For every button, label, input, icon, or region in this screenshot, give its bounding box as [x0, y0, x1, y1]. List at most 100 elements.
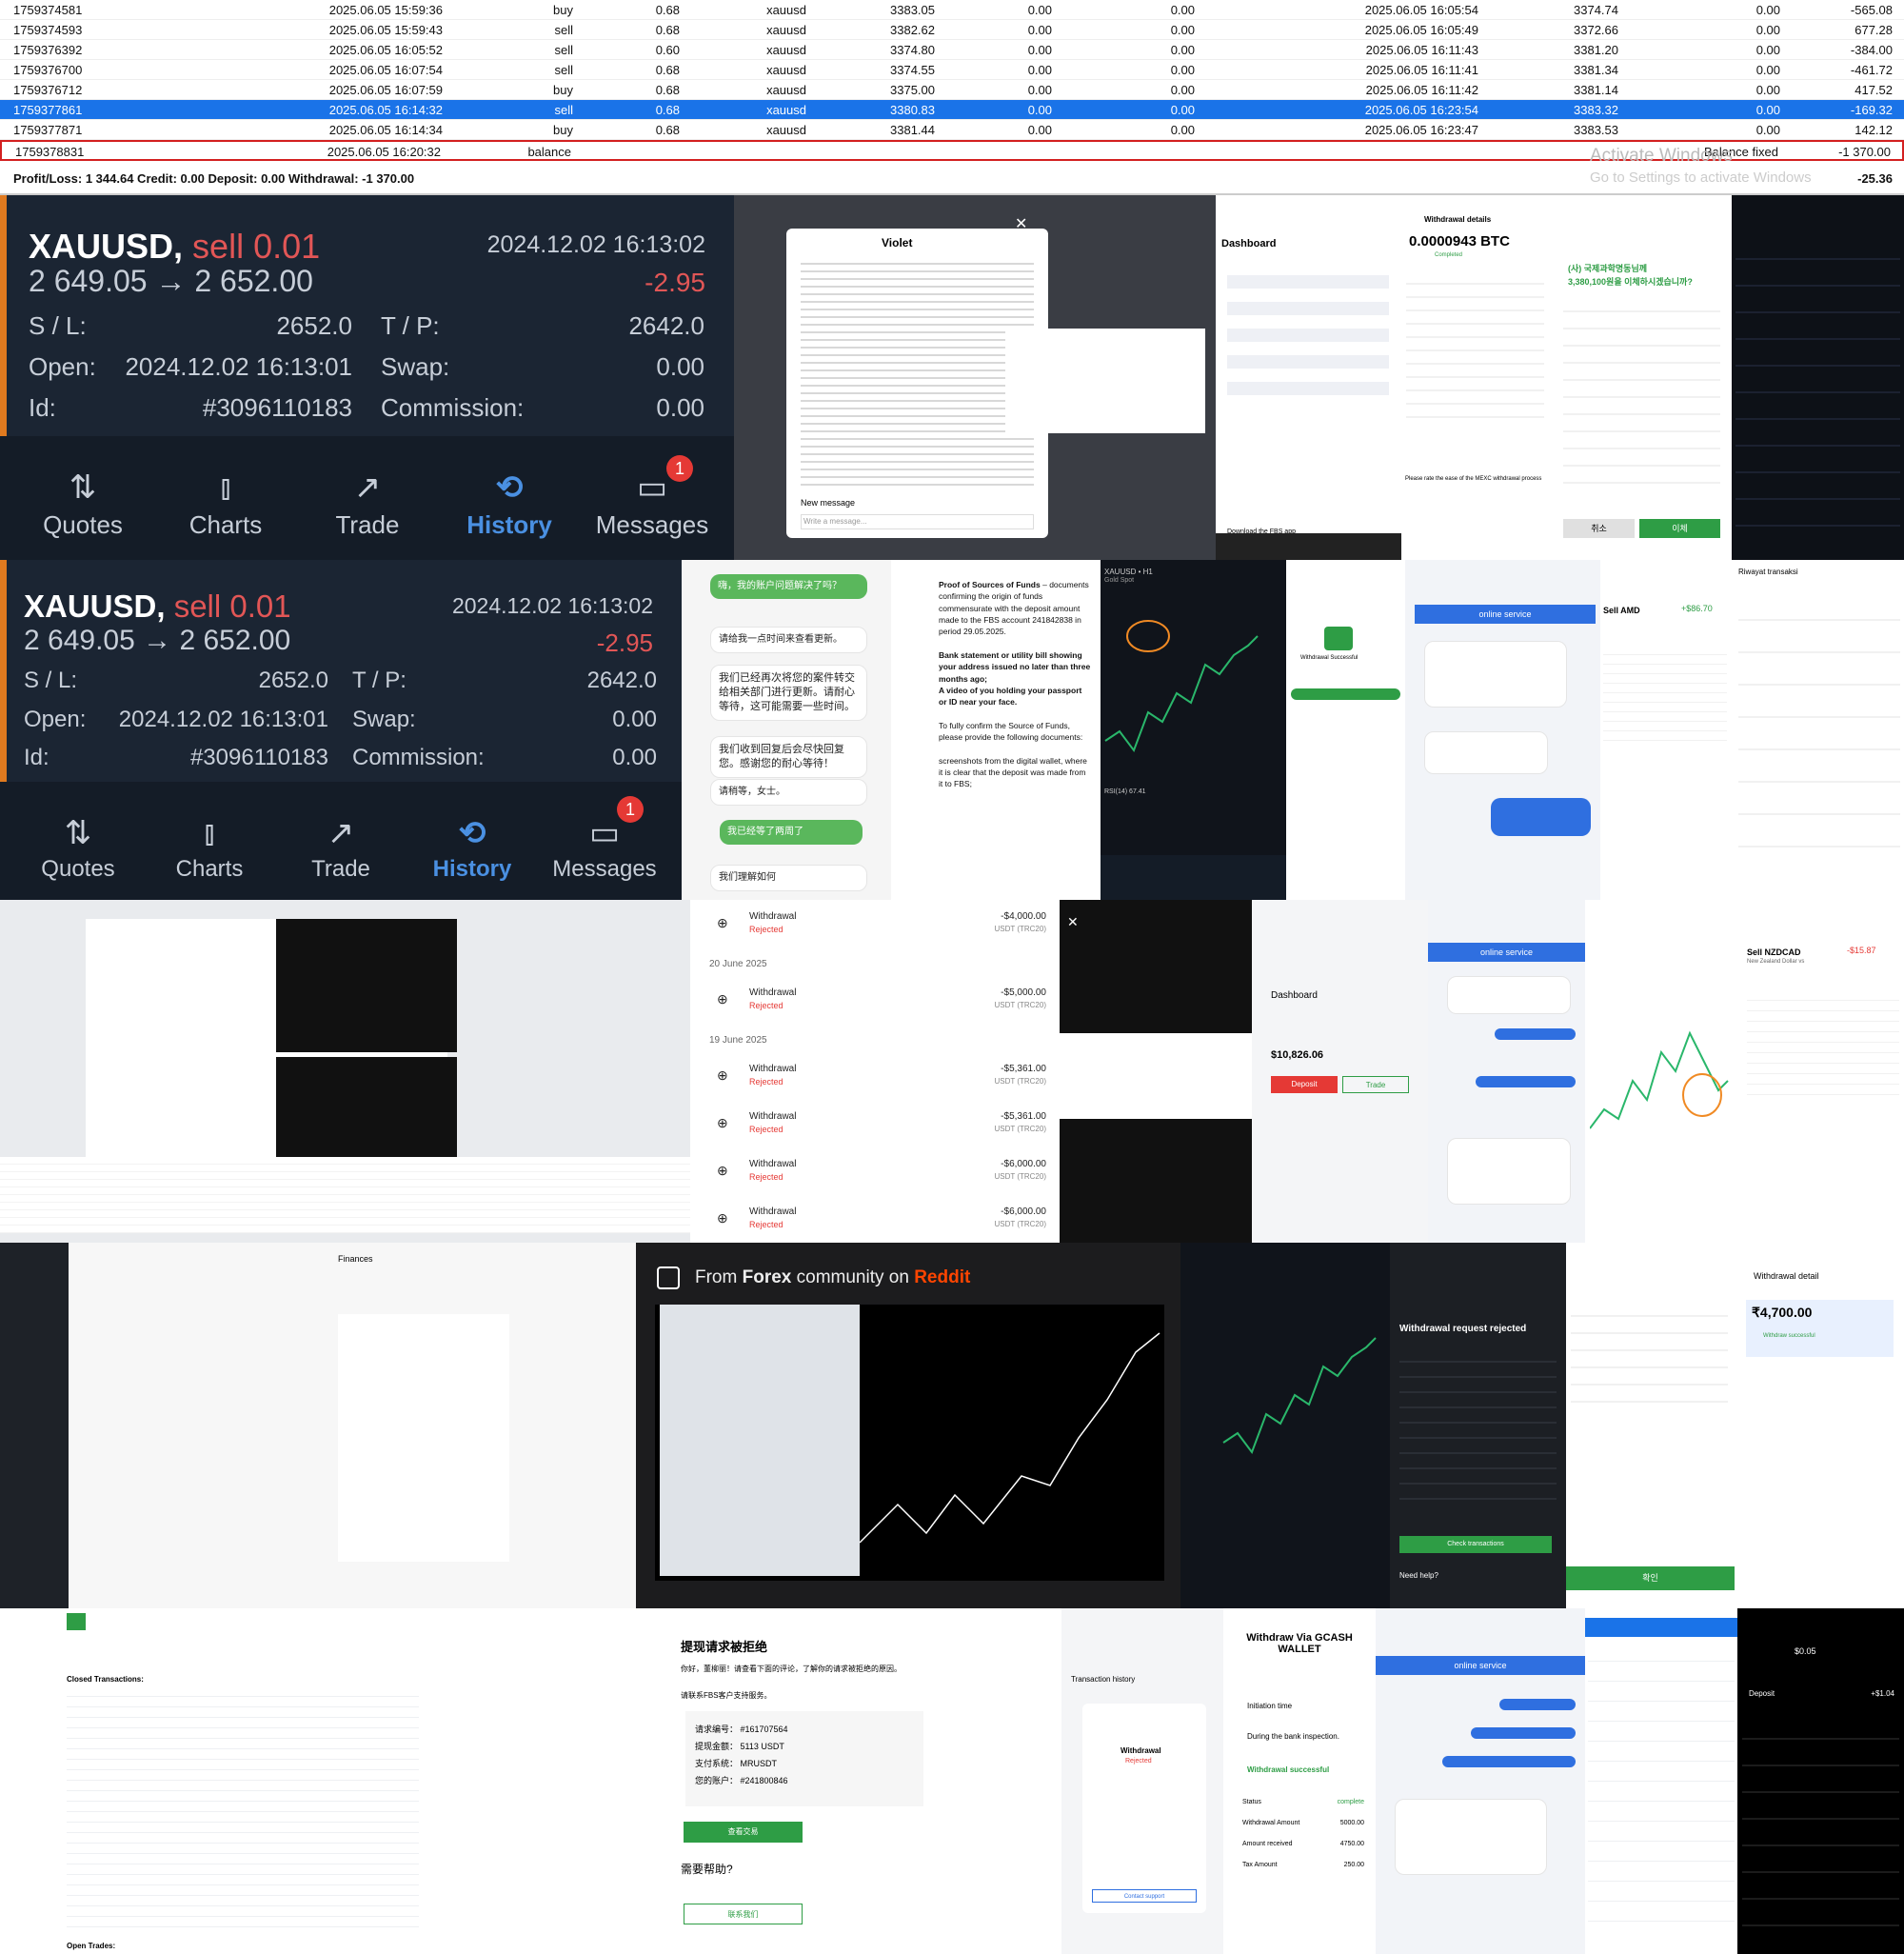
cell-close-price: 3381.34 [1574, 63, 1618, 77]
rate-prompt: Please rate the ease of the MEXC withdra… [1405, 476, 1542, 482]
withdrawal-status: Rejected [749, 925, 783, 934]
messages-badge: 1 [666, 455, 693, 482]
cancel-button[interactable]: 취소 [1563, 519, 1635, 538]
table-row[interactable]: 1759374593 2025.06.05 15:59:43 sell 0.68 xau… [0, 20, 1904, 40]
cell-sl: 0.00 [1027, 23, 1052, 37]
withdrawal-amount: -$6,000.00 [1001, 1206, 1046, 1217]
confirm-button[interactable]: 확인 [1566, 1566, 1735, 1590]
cn-reject-line: 请联系FBS客户支持服务。 [681, 1691, 772, 1700]
gcash-amount-label: Withdrawal Amount [1242, 1820, 1300, 1826]
withdrawal-icon: ⊕ [717, 1067, 728, 1083]
cell-close-time: 2025.06.05 16:05:49 [1364, 23, 1478, 37]
table-row[interactable]: 1759376392 2025.06.05 16:05:52 sell 0.60 xau… [0, 40, 1904, 60]
chat-bubble-user [1495, 1028, 1576, 1040]
cell-sl: 0.00 [1027, 83, 1052, 97]
message-input[interactable]: Write a message... [801, 514, 1034, 529]
rejected-withdrawals: ⊕ Withdrawal Rejected -$4,000.00 USDT (TRC20… [690, 900, 1060, 1243]
withdrawal-label: Withdrawal [749, 1159, 797, 1169]
withdrawal-label: Withdrawal [749, 1111, 797, 1122]
cell-sl: 0.00 [1027, 63, 1052, 77]
cell-open-price: 3380.83 [890, 103, 935, 117]
dark-chart [276, 919, 457, 1052]
cn-reject-details: 请求编号： #161707564 提现金额： 5113 USDT 支付系统： M… [685, 1711, 923, 1806]
inr-title: Withdrawal detail [1754, 1271, 1819, 1281]
sell-amd-title: Sell AMD [1603, 606, 1640, 615]
nav-messages[interactable]: ▭ Messages [538, 810, 671, 883]
fbs-tx-history-phone: Transaction history Withdrawal Rejected … [1061, 1608, 1223, 1954]
open-value: 2024.12.02 16:13:01 [118, 707, 328, 732]
cell-close-price: 3381.20 [1574, 43, 1618, 57]
dashboard-title: Dashboard [1271, 990, 1318, 1001]
deposit-button[interactable]: Deposit [1271, 1076, 1338, 1093]
gcash-status-val: complete [1337, 1799, 1364, 1805]
check-transactions-button[interactable]: Check transactions [1399, 1536, 1552, 1553]
close-icon[interactable]: ✕ [1015, 214, 1027, 233]
contact-support-button[interactable]: Contact support [1092, 1889, 1197, 1903]
cell-symbol: xauusd [766, 83, 806, 97]
transaction-list [1738, 588, 1900, 874]
cell-open-time: 2025.06.05 16:07:59 [328, 83, 443, 97]
gcash-received-val: 4750.00 [1339, 1841, 1364, 1847]
close-icon[interactable]: ✕ [1067, 914, 1079, 930]
cell-tp: 0.00 [1170, 23, 1195, 37]
deposit-total: $0.05 [1795, 1646, 1816, 1656]
nav-trade[interactable]: ↗ Trade [301, 465, 434, 540]
btc-details [1406, 271, 1544, 424]
rejected-details [1399, 1347, 1557, 1509]
swap-value: 0.00 [656, 352, 704, 381]
table-row[interactable]: 1759376712 2025.06.05 16:07:59 buy 0.68 xauu… [0, 80, 1904, 100]
chat-bubble-agent: 请稍等，女士。 [710, 779, 867, 806]
nav-history[interactable]: ⟲ History [406, 810, 539, 883]
cell-profit: -384.00 [1850, 43, 1893, 57]
chart-sub: Gold Spot [1104, 577, 1135, 584]
nav-trade[interactable]: ↗ Trade [274, 810, 407, 883]
cn-check-button[interactable]: 查看交易 [684, 1822, 803, 1843]
table-row[interactable]: 1759377861 2025.06.05 16:14:32 sell 0.68 xau… [0, 100, 1904, 120]
position-details [1747, 990, 1899, 1105]
gcash-done: Withdrawal successful [1247, 1765, 1330, 1774]
messages-badge: 1 [617, 796, 644, 823]
messages-icon: ▭ [588, 815, 621, 851]
nav-charts[interactable]: ⫾ Charts [143, 810, 276, 883]
table-row[interactable]: 1759377871 2025.06.05 16:14:34 buy 0.68 xauu… [0, 120, 1904, 140]
cn-contact-button[interactable]: 联系我们 [684, 1904, 803, 1924]
inr-withdraw-detail: Withdrawal detail ₹4,700.00 Withdraw suc… [1735, 1243, 1904, 1608]
nav-quotes[interactable]: ⇅ Quotes [11, 810, 145, 883]
gcash-status-label: Status [1242, 1799, 1261, 1805]
cn-rejection-email: 提现请求被拒绝 你好，董柳丽！请查看下面的评论，了解你的请求被拒绝的原因。 请联… [428, 1608, 1061, 1954]
nav-charts[interactable]: ⫾ Charts [159, 465, 292, 540]
candles-icon: ⫾ [204, 815, 215, 851]
chart-strip [1180, 1243, 1219, 1608]
withdrawal-status: Rejected [749, 1001, 783, 1010]
accounts-list [1227, 262, 1389, 405]
table-row[interactable]: 1759374581 2025.06.05 15:59:36 buy 0.68 xauu… [0, 0, 1904, 20]
light-candle-chart [1590, 1030, 1729, 1129]
nav-history[interactable]: ⟲ History [443, 465, 576, 540]
trend-icon: ↗ [327, 815, 355, 851]
chat-bubble-agent [1395, 1799, 1547, 1875]
cell-swap: 0.00 [1755, 103, 1780, 117]
mt-history-dark [1732, 195, 1904, 560]
chat-bubble-agent [1447, 1138, 1571, 1205]
done-button[interactable] [1291, 688, 1400, 700]
cell-tp: 0.00 [1170, 63, 1195, 77]
transfer-button[interactable]: 이체 [1639, 519, 1720, 538]
cell-symbol: xauusd [766, 43, 806, 57]
deposit-list [1742, 1713, 1899, 1932]
nav-quotes[interactable]: ⇅ Quotes [16, 465, 149, 540]
balance-type: balance [527, 145, 571, 159]
activate-windows-watermark: Activate Windows [1590, 146, 1733, 166]
nav-messages[interactable]: ▭ Messages [585, 465, 719, 540]
cell-close-time: 2025.06.05 16:23:54 [1364, 103, 1478, 117]
chat-bubble-agent [1447, 976, 1571, 1014]
cell-profit: -565.08 [1850, 3, 1893, 17]
mt4-navigator [660, 1305, 860, 1576]
statement-table [67, 1686, 419, 1934]
chat-text-block [801, 257, 1034, 490]
position-details [1603, 646, 1727, 741]
finances-title: Finances [338, 1254, 373, 1264]
table-row[interactable]: 1759376700 2025.06.05 16:07:54 sell 0.68 xau… [0, 60, 1904, 80]
korean-bank-phone: (사) 국제과학명동님께 3,380,100원을 이체하시겠습니까? 취소 이체 [1549, 195, 1732, 560]
trade-button[interactable]: Trade [1342, 1076, 1409, 1093]
cell-tp: 0.00 [1170, 123, 1195, 137]
